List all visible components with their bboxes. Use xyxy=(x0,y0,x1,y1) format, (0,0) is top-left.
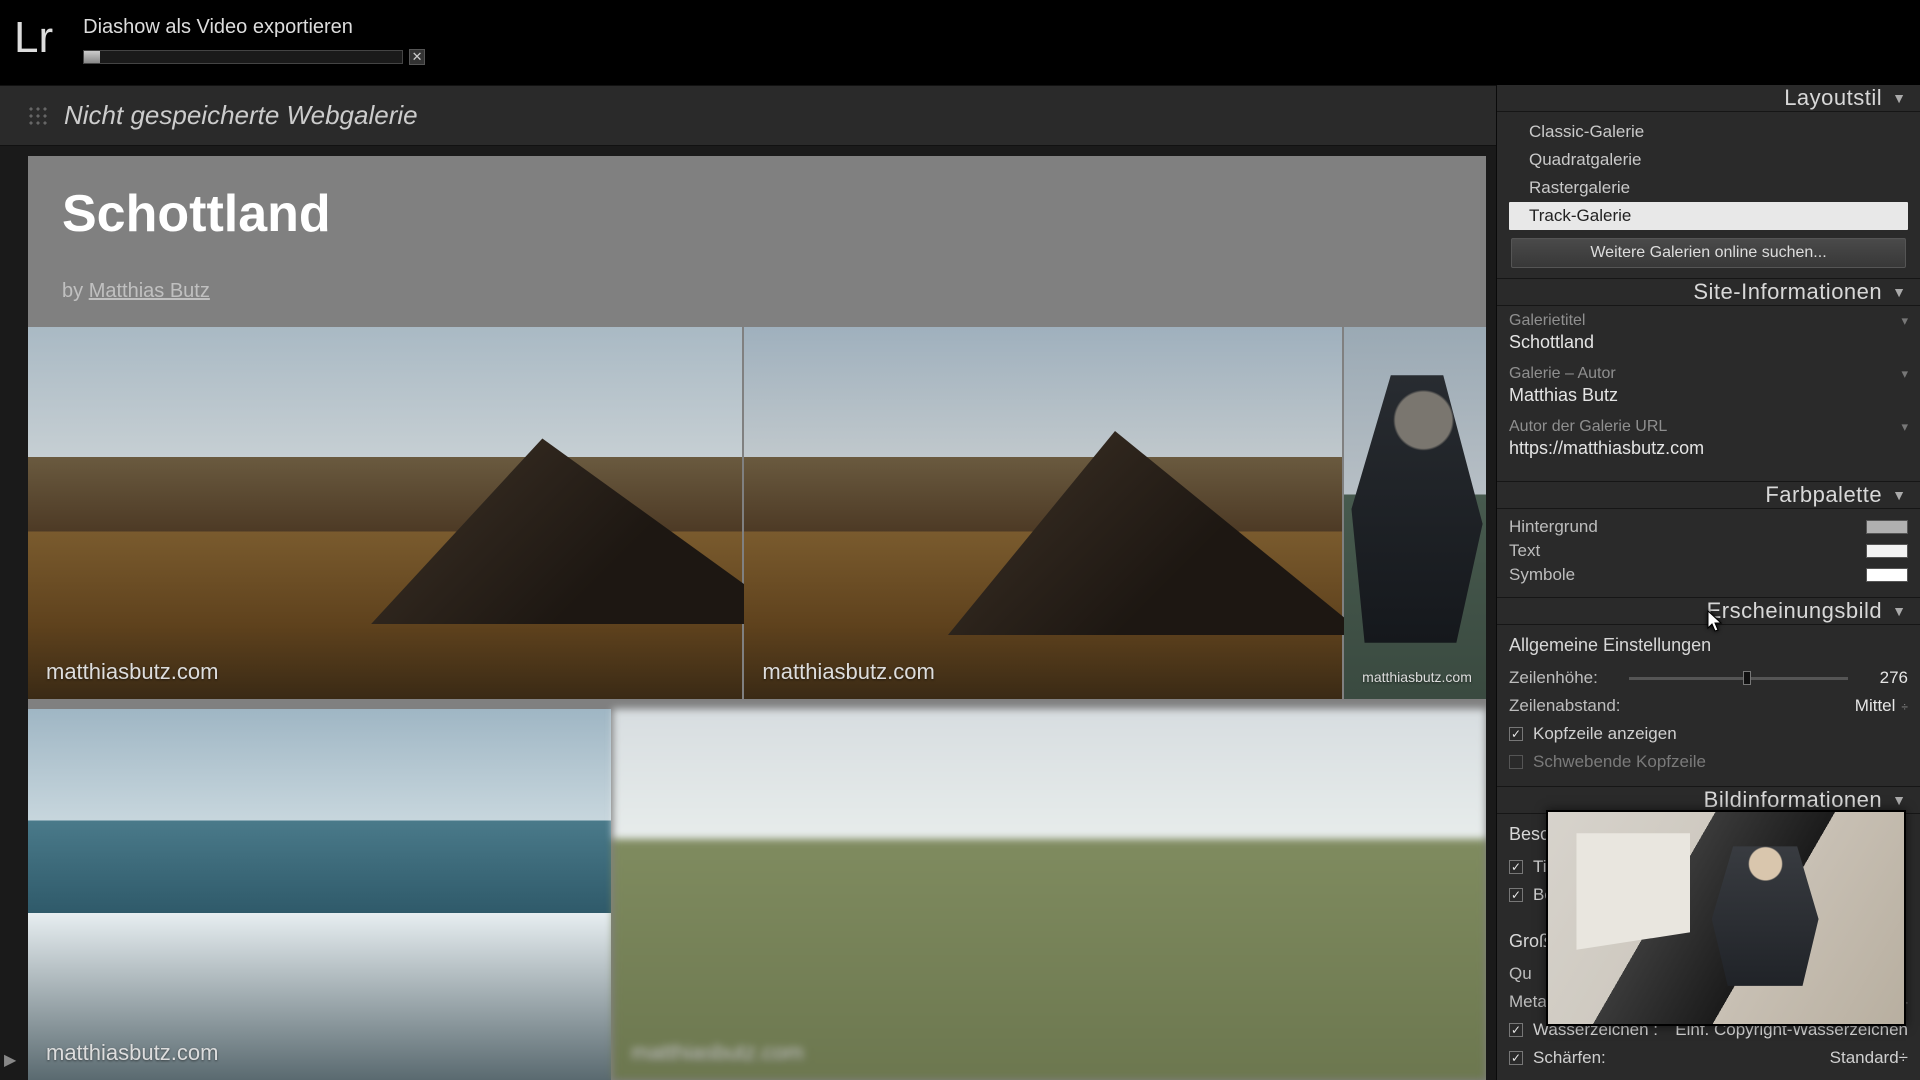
color-text-swatch[interactable] xyxy=(1866,544,1908,558)
dropdown-icon[interactable]: ÷ xyxy=(1899,1048,1908,1067)
gallery-image[interactable]: matthiasbutz.com xyxy=(28,327,742,699)
dropdown-icon[interactable]: ▾ xyxy=(1901,419,1908,435)
color-background-swatch[interactable] xyxy=(1866,520,1908,534)
dropdown-icon[interactable]: ▾ xyxy=(1901,366,1908,382)
dropdown-icon[interactable]: ▾ xyxy=(1901,313,1908,329)
floating-header-label: Schwebende Kopfzeile xyxy=(1533,752,1706,772)
desc-checkbox[interactable] xyxy=(1509,888,1523,902)
gallery-title-label: Galerietitel▾ xyxy=(1509,312,1908,330)
color-background-label: Hintergrund xyxy=(1509,517,1598,537)
app-logo: Lr xyxy=(14,10,53,60)
gallery-title: Schottland xyxy=(62,184,1452,244)
panel-header-palette[interactable]: Farbpalette▼ xyxy=(1497,482,1920,509)
floating-header-checkbox[interactable] xyxy=(1509,755,1523,769)
row-height-value[interactable]: 276 xyxy=(1858,668,1908,688)
sharpen-checkbox[interactable] xyxy=(1509,1051,1523,1065)
color-symbols-swatch[interactable] xyxy=(1866,568,1908,582)
webcam-overlay xyxy=(1546,810,1906,1026)
color-symbols-label: Symbole xyxy=(1509,565,1575,585)
chevron-down-icon: ▼ xyxy=(1892,487,1906,503)
layout-option-raster[interactable]: Rastergalerie xyxy=(1509,174,1908,202)
gallery-title-input[interactable]: Schottland xyxy=(1509,332,1908,353)
gallery-image[interactable]: matthiasbutz.com xyxy=(1344,327,1486,699)
gallery-url-label: Autor der Galerie URL▾ xyxy=(1509,418,1908,436)
cancel-export-button[interactable]: ✕ xyxy=(409,49,425,65)
quality-label: Qu xyxy=(1509,964,1532,984)
gallery-image[interactable]: matthiasbutz.com xyxy=(613,709,1486,1080)
panel-header-layoutstil[interactable]: Layoutstil▼ xyxy=(1497,85,1920,112)
gallery-author-label: Galerie – Autor▾ xyxy=(1509,365,1908,383)
watermark: matthiasbutz.com xyxy=(631,1040,803,1066)
dropdown-icon[interactable]: ÷ xyxy=(1901,700,1908,714)
sharpen-select[interactable]: Standard xyxy=(1830,1048,1899,1067)
watermark: matthiasbutz.com xyxy=(46,659,218,685)
row-height-slider[interactable] xyxy=(1629,677,1848,680)
row-height-label: Zeilenhöhe: xyxy=(1509,668,1619,688)
appearance-subtitle: Allgemeine Einstellungen xyxy=(1509,631,1908,664)
gallery-author-input[interactable]: Matthias Butz xyxy=(1509,385,1908,406)
chevron-down-icon: ▼ xyxy=(1892,284,1906,300)
watermark: matthiasbutz.com xyxy=(762,659,934,685)
row-spacing-label: Zeilenabstand: xyxy=(1509,696,1621,716)
gallery-url-input[interactable]: https://matthiasbutz.com xyxy=(1509,438,1908,459)
gallery-image[interactable]: matthiasbutz.com xyxy=(744,327,1342,699)
title-checkbox[interactable] xyxy=(1509,860,1523,874)
color-text-label: Text xyxy=(1509,541,1540,561)
sharpen-label: Schärfen: xyxy=(1533,1048,1606,1068)
watermark: matthiasbutz.com xyxy=(46,1040,218,1066)
chevron-down-icon: ▼ xyxy=(1892,792,1906,808)
show-header-label: Kopfzeile anzeigen xyxy=(1533,724,1677,744)
chevron-down-icon: ▼ xyxy=(1892,90,1906,106)
watermark-checkbox[interactable] xyxy=(1509,1023,1523,1037)
watermark: matthiasbutz.com xyxy=(1362,669,1472,685)
chevron-down-icon: ▼ xyxy=(1892,603,1906,619)
web-gallery-preview[interactable]: Schottland by Matthias Butz matthiasbutz… xyxy=(28,156,1486,1080)
row-spacing-select[interactable]: Mittel xyxy=(1855,696,1896,715)
grip-icon xyxy=(28,106,48,126)
show-header-checkbox[interactable] xyxy=(1509,727,1523,741)
search-galleries-button[interactable]: Weitere Galerien online suchen... xyxy=(1511,238,1906,268)
canvas-title: Nicht gespeicherte Webgalerie xyxy=(64,100,418,131)
export-title: Diashow als Video exportieren xyxy=(83,16,425,39)
gallery-image[interactable]: matthiasbutz.com xyxy=(28,709,611,1080)
export-progress: ✕ xyxy=(83,49,425,65)
layout-option-quadrat[interactable]: Quadratgalerie xyxy=(1509,146,1908,174)
panel-header-siteinfo[interactable]: Site-Informationen▼ xyxy=(1497,279,1920,306)
panel-header-appearance[interactable]: Erscheinungsbild▼ xyxy=(1497,598,1920,625)
layout-option-classic[interactable]: Classic-Galerie xyxy=(1509,118,1908,146)
layout-option-track[interactable]: Track-Galerie xyxy=(1509,202,1908,230)
gallery-author[interactable]: by Matthias Butz xyxy=(62,280,1452,303)
expand-panel-icon[interactable]: ▶ xyxy=(4,1050,16,1070)
